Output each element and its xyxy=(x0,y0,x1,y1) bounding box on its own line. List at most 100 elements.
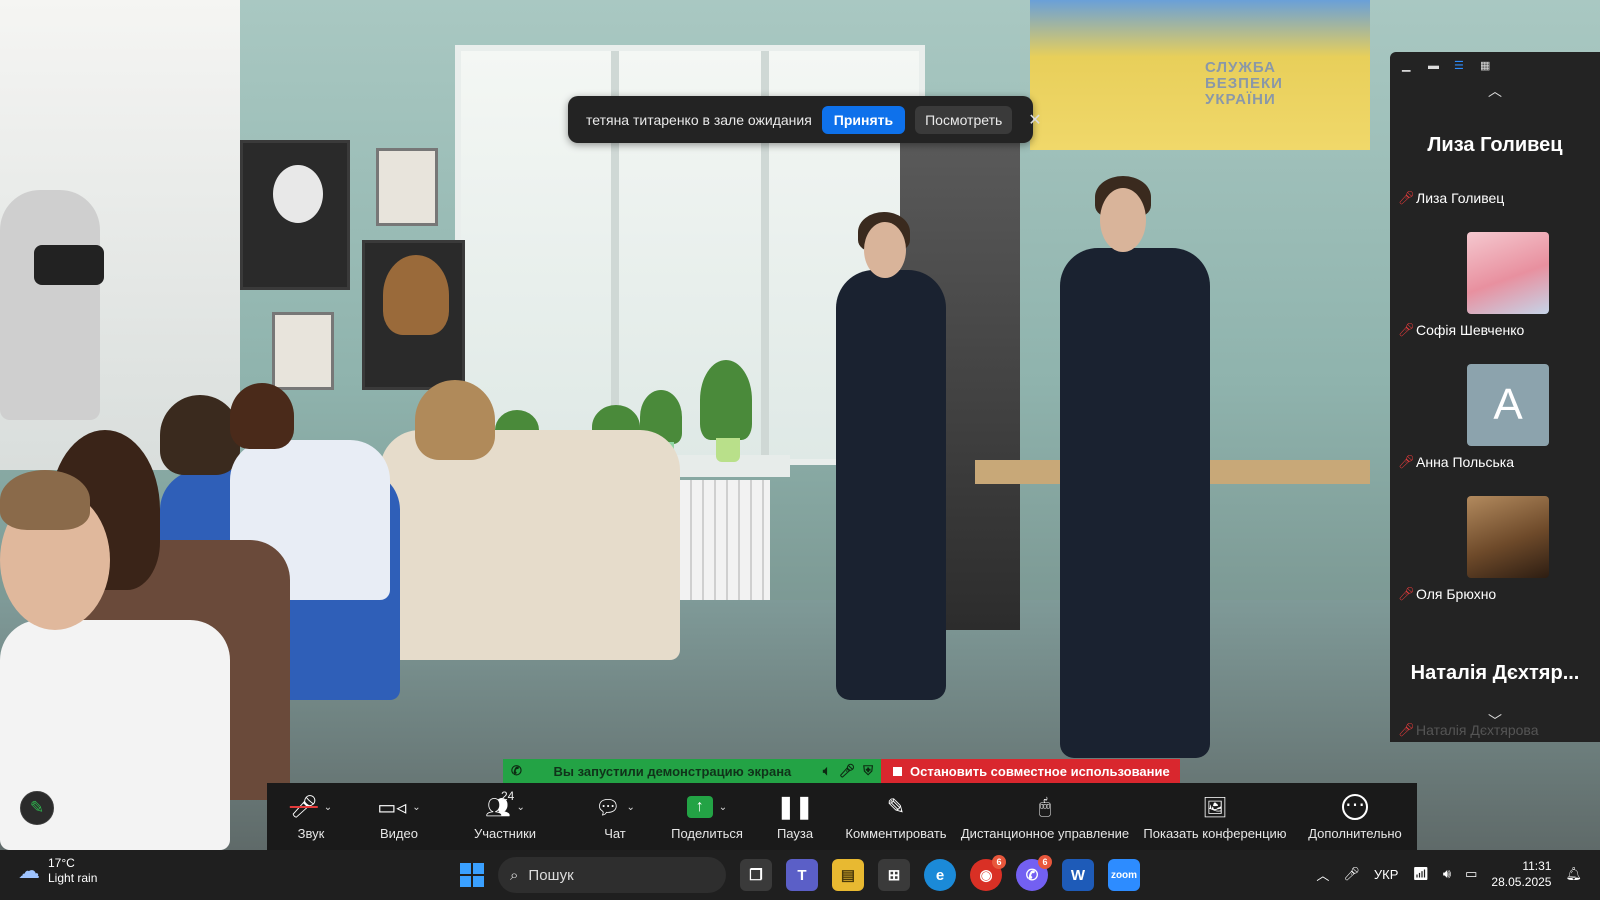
notification-text: тетяна титаренко в зале ожидания xyxy=(586,111,812,128)
battery-icon[interactable]: ▭ xyxy=(1465,866,1477,882)
waiting-room-notification: тетяна титаренко в зале ожидания Принять… xyxy=(568,96,1042,143)
face xyxy=(1100,188,1146,252)
participant-label: 🎤︎ Софія Шевченко xyxy=(1398,322,1525,338)
minimize-icon[interactable]: ▁ xyxy=(1402,61,1416,72)
edge-icon[interactable]: e xyxy=(924,859,956,891)
poster-newton xyxy=(362,240,465,390)
chat-button[interactable]: 💬︎ ⌄ Чат xyxy=(567,783,663,850)
search-icon: ⌕ xyxy=(510,866,519,884)
sharing-status-text: Вы запустили демонстрацию экрана xyxy=(553,763,792,779)
mic-muted-icon: 🎤︎ xyxy=(1398,586,1415,601)
phone-icon: ✆ xyxy=(511,763,522,778)
start-button[interactable] xyxy=(460,863,484,887)
ssu-flag xyxy=(1030,0,1370,150)
more-icon: ⋯ xyxy=(1342,794,1368,820)
mouse-icon: 🖱︎ xyxy=(1039,795,1051,818)
participant-name-large: Наталія Дєхтяр... xyxy=(1410,662,1580,684)
student-hair xyxy=(160,395,240,475)
annotate-pen-icon: ✎ xyxy=(886,794,906,819)
more-button[interactable]: ⋯ Дополнительно xyxy=(1293,783,1417,850)
chevron-down-icon[interactable]: ⌄ xyxy=(719,802,727,813)
shield-icon: ⛨ xyxy=(863,763,873,778)
speaker-view-icon[interactable]: ▬ xyxy=(1428,61,1442,72)
face xyxy=(864,222,906,278)
taskbar-apps: ⌕ Пошук ❐ T ▤ ⊞ e ◉ 6 ✆ 6 W zoom xyxy=(460,855,1140,893)
participants-button[interactable]: 24 👥︎ ⌄ Участники xyxy=(443,783,567,850)
student-hair xyxy=(230,383,294,449)
participant-label: 🎤︎ Анна Польська xyxy=(1398,454,1514,470)
participants-panel: ▁ ▬ ☰ ▦ ︿ Лиза Голивец 🎤︎ Лиза Голивец 🎤… xyxy=(1390,52,1600,742)
cameraman xyxy=(0,190,100,420)
windows-taskbar: ☁ 17°C Light rain ⌕ Пошук ❐ T ▤ ⊞ e ◉ 6 ✆… xyxy=(0,850,1600,900)
student xyxy=(380,430,680,660)
weather-desc: Light rain xyxy=(48,871,98,885)
cloud-rain-icon: ☁ xyxy=(18,858,40,883)
pause-button[interactable]: ❚❚ Пауза xyxy=(751,783,839,850)
view-button[interactable]: Посмотреть xyxy=(915,105,1013,134)
video-camera-icon: ▭◃ xyxy=(377,796,407,819)
pot xyxy=(716,438,740,462)
show-meeting-button[interactable]: 🖼︎ Показать конференцию xyxy=(1137,783,1293,850)
share-button[interactable]: ↑ ⌄ Поделиться xyxy=(663,783,751,850)
speaker-icon: 🔈︎ xyxy=(822,763,831,778)
audio-button[interactable]: 🎤︎ ⌄ Звук xyxy=(267,783,355,850)
task-view-icon[interactable]: ❐ xyxy=(740,859,772,891)
plant xyxy=(700,360,752,440)
annotate-button[interactable]: ✎ Комментировать xyxy=(839,783,953,850)
participant-count: 24 xyxy=(501,789,515,803)
close-icon[interactable]: ✕ xyxy=(1028,110,1041,130)
officer-right xyxy=(1060,248,1210,758)
search-box[interactable]: ⌕ Пошук xyxy=(498,857,726,893)
remote-control-button[interactable]: 🖱︎ Дистанционное управление xyxy=(953,783,1137,850)
chevron-down-icon[interactable]: ⌄ xyxy=(517,802,525,813)
share-screen-icon: ↑ xyxy=(686,796,713,818)
system-tray: ︿ 🎤︎ УКР 📶︎ 🔊︎ ▭ 11:31 28.05.2025 🔔︎ xyxy=(1316,858,1582,890)
clock[interactable]: 11:31 28.05.2025 xyxy=(1491,858,1551,890)
participant-name-large: Лиза Голивец xyxy=(1427,134,1563,156)
chevron-up-icon[interactable]: ︿ xyxy=(1390,80,1600,102)
wifi-icon[interactable]: 📶︎ xyxy=(1412,866,1429,882)
student-hair xyxy=(415,380,495,460)
mic-muted-icon: 🎤︎ xyxy=(1398,322,1415,337)
zoom-icon[interactable]: zoom xyxy=(1108,859,1140,891)
strip-view-icon[interactable]: ☰ xyxy=(1454,61,1468,72)
chrome-icon[interactable]: ◉ 6 xyxy=(970,855,1006,891)
chevron-up-icon[interactable]: ︿ xyxy=(1316,865,1329,884)
student-hair xyxy=(0,470,90,530)
gallery-view-icon[interactable]: ▦ xyxy=(1480,61,1494,72)
weather-widget[interactable]: ☁ 17°C Light rain xyxy=(18,856,97,886)
chat-icon: 💬︎ xyxy=(595,796,621,819)
teams-icon[interactable]: T xyxy=(786,859,818,891)
pause-icon: ❚❚ xyxy=(776,794,814,819)
officer-left xyxy=(836,270,946,700)
participant-avatar[interactable] xyxy=(1467,232,1549,314)
sharing-status-bar: ✆ Вы запустили демонстрацию экрана 🔈︎ 🎤︎… xyxy=(503,759,881,783)
participant-avatar[interactable] xyxy=(1467,496,1549,578)
poster-einstein xyxy=(240,140,350,290)
volume-icon[interactable]: 🔊︎ xyxy=(1443,866,1451,882)
annotate-pen-icon[interactable]: ✎ xyxy=(20,791,54,825)
file-explorer-icon[interactable]: ▤ xyxy=(832,859,864,891)
stop-icon xyxy=(893,766,902,776)
portrait-frame xyxy=(376,148,438,226)
chevron-down-icon[interactable]: ⌄ xyxy=(324,802,332,813)
chevron-down-icon[interactable]: ⌄ xyxy=(412,802,420,813)
camera xyxy=(34,245,104,285)
mic-muted-icon: 🎤︎ xyxy=(289,794,318,819)
accept-button[interactable]: Принять xyxy=(821,105,906,134)
portrait-shevchenko xyxy=(272,312,334,390)
ms-store-icon[interactable]: ⊞ xyxy=(878,859,910,891)
mic-muted-icon: 🎤︎ xyxy=(1398,454,1415,469)
flag-text: СЛУЖБА БЕЗПЕКИ УКРАЇНИ xyxy=(1205,59,1283,108)
chevron-down-icon[interactable]: ⌄ xyxy=(627,802,635,813)
participant-avatar[interactable]: A xyxy=(1467,364,1549,446)
word-icon[interactable]: W xyxy=(1062,859,1094,891)
video-button[interactable]: ▭◃ ⌄ Видео xyxy=(355,783,443,850)
language-indicator[interactable]: УКР xyxy=(1374,867,1399,882)
search-placeholder: Пошук xyxy=(528,866,574,884)
stop-share-button[interactable]: Остановить совместное использование xyxy=(881,759,1180,783)
participant-label: 🎤︎ Оля Брюхно xyxy=(1398,586,1497,602)
notification-bell-icon[interactable]: 🔔︎ xyxy=(1565,866,1582,882)
viber-icon[interactable]: ✆ 6 xyxy=(1016,855,1052,891)
mic-icon[interactable]: 🎤︎ xyxy=(1343,866,1360,882)
